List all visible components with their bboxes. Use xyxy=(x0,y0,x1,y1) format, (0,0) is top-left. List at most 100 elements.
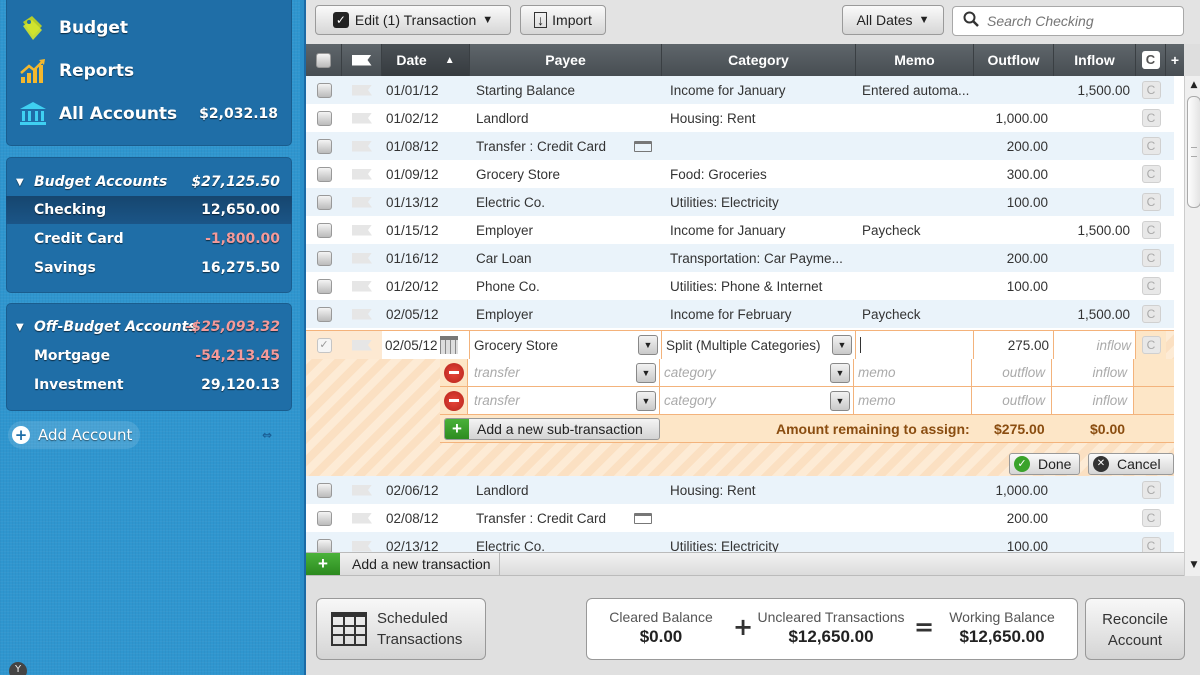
row-outflow[interactable]: 200.00 xyxy=(974,244,1054,272)
edit-select[interactable]: ✓ xyxy=(306,331,342,359)
checkbox-icon[interactable] xyxy=(316,510,332,526)
table-row[interactable]: 01/09/12 Grocery Store Food: Groceries 300.… xyxy=(306,160,1174,188)
row-date[interactable]: 02/08/12 xyxy=(382,504,470,532)
add-sub-transaction-button[interactable]: + Add a new sub-transaction xyxy=(444,418,660,440)
row-outflow[interactable]: 100.00 xyxy=(974,272,1054,300)
row-memo[interactable]: Paycheck xyxy=(856,300,974,328)
row-flag[interactable] xyxy=(342,132,382,160)
budget-accounts-header[interactable]: ▼ Budget Accounts $27,125.50 xyxy=(6,168,292,196)
category-dropdown-icon[interactable]: ▼ xyxy=(832,335,852,355)
row-date[interactable]: 01/16/12 xyxy=(382,244,470,272)
account-checking[interactable]: Checking 12,650.00 xyxy=(6,196,292,224)
scroll-down-arrow-icon[interactable]: ▼ xyxy=(1185,556,1200,574)
account-savings[interactable]: Savings 16,275.50 xyxy=(6,254,292,282)
split-payee-field[interactable]: transfer ▼ xyxy=(468,359,660,387)
row-select[interactable] xyxy=(306,160,342,188)
edit-payee-field[interactable]: Grocery Store ▼ xyxy=(470,331,662,359)
edit-transaction-button[interactable]: ✓ Edit (1) Transaction ▼ xyxy=(315,5,511,35)
row-flag[interactable] xyxy=(342,216,382,244)
checkbox-icon[interactable] xyxy=(316,110,332,126)
checkbox-icon[interactable] xyxy=(316,222,332,238)
row-memo[interactable] xyxy=(856,160,974,188)
row-inflow[interactable]: 1,500.00 xyxy=(1054,216,1136,244)
row-flag[interactable] xyxy=(342,504,382,532)
row-date[interactable]: 02/13/12 xyxy=(382,532,470,553)
calendar-icon[interactable] xyxy=(439,336,458,354)
edit-cleared[interactable]: C xyxy=(1136,331,1166,359)
row-outflow[interactable]: 300.00 xyxy=(974,160,1054,188)
row-select[interactable] xyxy=(306,188,342,216)
header-date[interactable]: Date ▲ xyxy=(382,44,470,76)
payee-dropdown-icon[interactable]: ▼ xyxy=(636,362,656,383)
row-category[interactable]: Utilities: Electricity xyxy=(662,188,856,216)
checkbox-icon[interactable] xyxy=(316,138,332,154)
checkbox-icon[interactable] xyxy=(316,82,332,98)
search-box[interactable] xyxy=(952,6,1184,36)
row-inflow[interactable] xyxy=(1054,188,1136,216)
header-flag[interactable] xyxy=(342,44,382,76)
scrollbar-thumb[interactable] xyxy=(1187,96,1200,208)
row-flag[interactable] xyxy=(342,532,382,552)
table-row[interactable]: 02/08/12 Transfer : Credit Card 200.00 C xyxy=(306,504,1174,532)
row-memo[interactable] xyxy=(856,104,974,132)
payee-dropdown-icon[interactable]: ▼ xyxy=(638,335,658,355)
row-cleared[interactable]: C xyxy=(1136,532,1166,552)
row-payee[interactable]: Car Loan xyxy=(470,244,662,272)
row-select[interactable] xyxy=(306,532,342,552)
resize-sidebar-icon[interactable]: ⇔ xyxy=(262,428,272,442)
table-row[interactable]: 01/16/12 Car Loan Transportation: Car Paym… xyxy=(306,244,1174,272)
row-category[interactable]: Food: Groceries xyxy=(662,160,856,188)
row-date[interactable]: 01/13/12 xyxy=(382,188,470,216)
search-input[interactable] xyxy=(987,13,1167,29)
split-payee-field[interactable]: transfer ▼ xyxy=(468,387,660,415)
checkbox-icon[interactable] xyxy=(316,166,332,182)
row-category[interactable]: Utilities: Phone & Internet xyxy=(662,272,856,300)
nav-budget[interactable]: Budget xyxy=(18,10,288,46)
row-memo[interactable]: Entered automa... xyxy=(856,76,974,104)
edit-outflow-field[interactable]: 275.00 xyxy=(974,331,1054,359)
row-select[interactable] xyxy=(306,216,342,244)
table-row[interactable]: 01/20/12 Phone Co. Utilities: Phone & Inte… xyxy=(306,272,1174,300)
row-date[interactable]: 01/08/12 xyxy=(382,132,470,160)
row-memo[interactable] xyxy=(856,244,974,272)
row-flag[interactable] xyxy=(342,244,382,272)
row-cleared[interactable]: C xyxy=(1136,244,1166,272)
row-select[interactable] xyxy=(306,300,342,328)
row-category[interactable]: Utilities: Electricity xyxy=(662,532,856,553)
table-row[interactable]: 01/02/12 Landlord Housing: Rent 1,000.00 C xyxy=(306,104,1174,132)
row-inflow[interactable] xyxy=(1054,504,1136,532)
checkbox-icon[interactable] xyxy=(316,250,332,266)
nav-all-accounts[interactable]: All Accounts $2,032.18 xyxy=(18,96,288,132)
row-inflow[interactable] xyxy=(1054,532,1136,552)
vertical-scrollbar[interactable]: ▲ ▼ xyxy=(1184,76,1200,576)
row-payee[interactable]: Landlord xyxy=(470,476,662,504)
row-flag[interactable] xyxy=(342,188,382,216)
account-mortgage[interactable]: Mortgage -54,213.45 xyxy=(6,342,292,370)
table-row[interactable]: 02/06/12 Landlord Housing: Rent 1,000.00 C xyxy=(306,476,1174,504)
row-inflow[interactable] xyxy=(1054,476,1136,504)
row-select[interactable] xyxy=(306,104,342,132)
add-account-button[interactable]: + Add Account xyxy=(8,421,140,449)
import-button[interactable]: ↓ Import xyxy=(520,5,606,35)
row-inflow[interactable] xyxy=(1054,272,1136,300)
row-inflow[interactable]: 1,500.00 xyxy=(1054,300,1136,328)
edit-memo-field[interactable] xyxy=(856,331,974,359)
row-payee[interactable]: Electric Co. xyxy=(470,188,662,216)
row-date[interactable]: 02/06/12 xyxy=(382,476,470,504)
table-row[interactable]: 01/13/12 Electric Co. Utilities: Electrici… xyxy=(306,188,1174,216)
header-cleared[interactable]: C xyxy=(1136,44,1166,76)
row-memo[interactable] xyxy=(856,532,974,552)
row-select[interactable] xyxy=(306,132,342,160)
row-select[interactable] xyxy=(306,504,342,532)
row-outflow[interactable]: 1,000.00 xyxy=(974,104,1054,132)
row-cleared[interactable]: C xyxy=(1136,188,1166,216)
row-date[interactable]: 01/09/12 xyxy=(382,160,470,188)
edit-flag[interactable] xyxy=(342,331,382,359)
row-payee[interactable]: Starting Balance xyxy=(470,76,662,104)
row-outflow[interactable]: 200.00 xyxy=(974,132,1054,160)
row-category[interactable]: Income for January xyxy=(662,76,856,104)
row-select[interactable] xyxy=(306,272,342,300)
row-memo[interactable] xyxy=(856,476,974,504)
all-dates-dropdown[interactable]: All Dates ▼ xyxy=(842,5,944,35)
row-select[interactable] xyxy=(306,76,342,104)
